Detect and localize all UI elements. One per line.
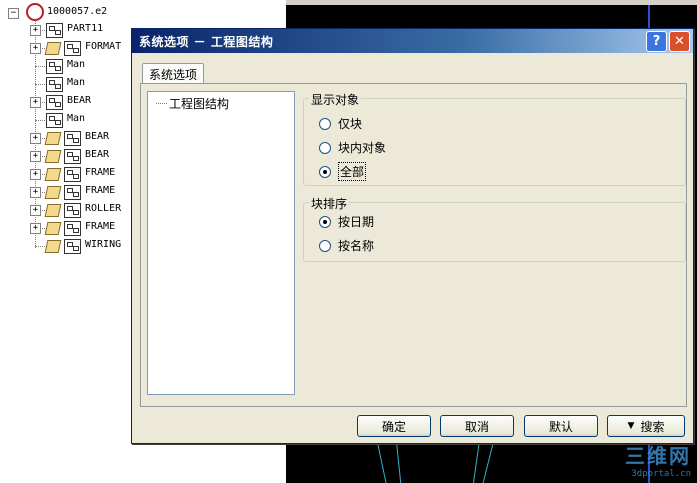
part-instance-icon [44,186,62,199]
tree-guide-line [35,120,45,121]
ok-button[interactable]: 确定 [357,415,431,437]
tree-expand-icon[interactable]: + [30,133,41,144]
radio-label: 按名称 [338,239,375,253]
close-button[interactable]: ✕ [669,31,690,52]
tree-expand-icon[interactable]: + [30,97,41,108]
radio-label: 全部 [338,162,367,181]
display-objects-title: 显示对象 [309,91,362,108]
chevron-down-icon: ▼ [627,421,635,431]
cancel-button[interactable]: 取消 [440,415,514,437]
tree-item-label: BEAR [85,149,110,160]
drawing-part-icon [46,95,63,110]
cad-curve-far [482,440,495,483]
watermark-url: 3dportal.cn [631,469,691,479]
part-instance-icon [44,240,62,253]
tree-expand-icon[interactable]: + [30,205,41,216]
radio-block-only[interactable]: 仅块 [319,115,362,132]
part-instance-icon [44,132,62,145]
default-button[interactable]: 默认 [524,415,598,437]
root-collapse-icon[interactable]: − [8,8,19,19]
tree-item-label: FRAME [85,167,116,178]
drawing-part-icon [64,221,81,236]
drawing-part-icon [46,59,63,74]
drawing-part-icon [64,185,81,200]
search-button[interactable]: ▼ 搜索 [607,415,685,437]
part-instance-icon [44,204,62,217]
radio-all[interactable]: 全部 [319,162,367,181]
radio-indicator[interactable] [319,117,331,130]
cad-curve-mid [395,440,402,483]
part-instance-icon [44,168,62,181]
tree-expand-icon[interactable]: + [30,25,41,36]
tree-connector [156,103,167,104]
tree-expand-icon[interactable]: + [30,43,41,54]
help-icon: ? [652,34,661,49]
radio-label: 按日期 [338,215,375,229]
tree-guide-line [35,84,45,85]
tree-item-label: FRAME [85,185,116,196]
cad-curve-left [376,440,387,483]
close-icon: ✕ [674,34,685,49]
tree-expand-icon[interactable]: + [30,169,41,180]
tree-item-label: FORMAT [85,41,122,52]
tree-item-label: PART11 [67,23,104,34]
tree-item-label: ROLLER [85,203,122,214]
search-button-label: 搜索 [640,419,665,434]
help-button[interactable]: ? [646,31,667,52]
tree-item-label: Man [67,59,86,70]
tree-guide-line [35,246,45,247]
tree-expand-icon[interactable]: + [30,151,41,162]
radio-by-date[interactable]: 按日期 [319,213,374,230]
part-instance-icon [44,150,62,163]
tree-guide-line [35,66,45,67]
drawing-part-icon [64,167,81,182]
drawing-part-icon [46,77,63,92]
assembly-root-icon [26,3,44,21]
radio-by-name[interactable]: 按名称 [319,237,374,254]
drawing-part-icon [64,149,81,164]
drawing-part-icon [46,113,63,128]
site-watermark: 三维网 3dportal.cn [625,440,691,479]
part-instance-icon [44,42,62,55]
watermark-logo-text: 三维网 [625,444,691,468]
drawing-part-icon [64,41,81,56]
tree-expand-icon[interactable]: + [30,187,41,198]
tree-item-label: WIRING [85,239,122,250]
drawing-part-icon [46,23,63,38]
tree-item-label: Man [67,77,86,88]
options-tree[interactable]: 工程图结构 [147,91,295,395]
radio-indicator[interactable] [319,141,331,154]
block-order-title: 块排序 [309,195,350,212]
radio-objects-in-block[interactable]: 块内对象 [319,139,386,156]
part-instance-icon [44,222,62,235]
tree-item-drawing-structure[interactable]: 工程图结构 [169,95,229,112]
drawing-part-icon [64,131,81,146]
dialog-title: 系统选项 － 工程图结构 [139,34,274,49]
dialog-titlebar[interactable]: 系统选项 － 工程图结构 ? ✕ [132,29,693,53]
cad-toolbar-strip [286,0,697,5]
radio-indicator[interactable] [319,239,331,252]
tab-system-options[interactable]: 系统选项 [142,63,204,84]
tree-item-label: BEAR [85,131,110,142]
radio-label: 仅块 [338,117,363,131]
tree-expand-icon[interactable]: + [30,223,41,234]
radio-indicator[interactable] [319,215,331,228]
radio-label: 块内对象 [338,141,387,155]
drawing-part-icon [64,239,81,254]
tree-item-label: BEAR [67,95,92,106]
tree-item-label: Man [67,113,86,124]
radio-indicator[interactable] [319,165,331,178]
system-options-dialog: 系统选项 － 工程图结构 ? ✕ 系统选项 工程图结构 显示对象 仅块 块内对象… [131,28,694,444]
tree-item-label: FRAME [85,221,116,232]
cad-curve-right [472,440,481,483]
drawing-part-icon [64,203,81,218]
tree-root-label[interactable]: 1000057.e2 [47,6,107,17]
